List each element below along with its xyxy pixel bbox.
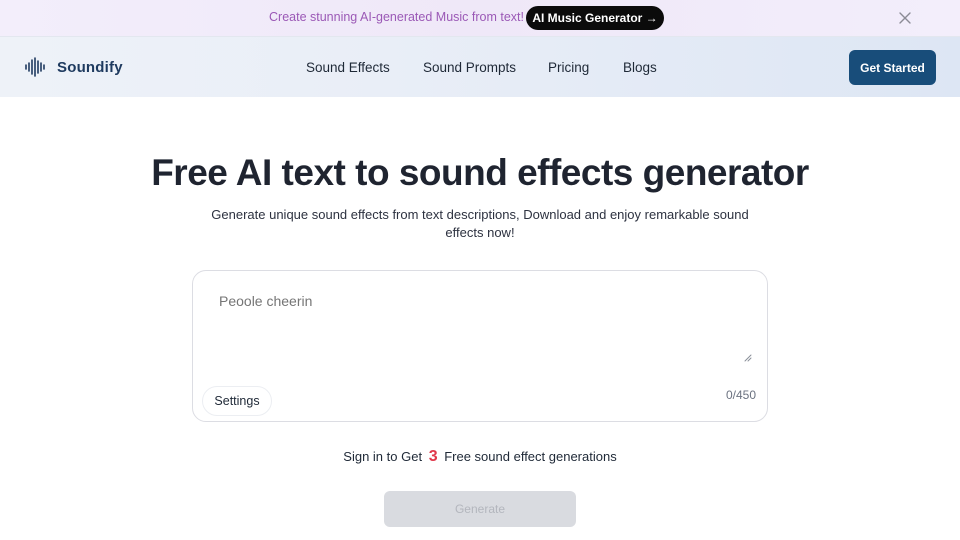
nav-link-blogs[interactable]: Blogs xyxy=(623,60,657,75)
nav-link-pricing[interactable]: Pricing xyxy=(548,60,589,75)
promo-text: Create stunning AI-generated Music from … xyxy=(269,10,524,24)
signin-suffix: Free sound effect generations xyxy=(444,449,617,464)
get-started-button[interactable]: Get Started xyxy=(849,50,936,85)
signin-notice: Sign in to Get 3 Free sound effect gener… xyxy=(0,448,960,466)
top-navigation: Soundify Sound Effects Sound Prompts Pri… xyxy=(0,36,960,97)
logo[interactable]: Soundify xyxy=(24,57,123,77)
signin-prefix: Sign in to Get xyxy=(343,449,423,464)
character-counter: 0/450 xyxy=(726,388,757,402)
nav-link-sound-effects[interactable]: Sound Effects xyxy=(306,60,390,75)
promo-banner: Create stunning AI-generated Music from … xyxy=(0,0,960,36)
generate-button[interactable]: Generate xyxy=(384,491,576,527)
prompt-box: Settings 0/450 xyxy=(192,270,768,422)
brand-name: Soundify xyxy=(57,58,123,76)
page-subtitle: Generate unique sound effects from text … xyxy=(211,207,749,240)
prompt-input[interactable] xyxy=(219,293,753,363)
soundwave-icon xyxy=(25,57,45,77)
settings-button[interactable]: Settings xyxy=(202,386,272,416)
page-title: Free AI text to sound effects generator xyxy=(151,152,809,193)
free-generation-count: 3 xyxy=(428,448,438,465)
ai-music-generator-button[interactable]: AI Music Generator → xyxy=(526,6,664,30)
nav-link-sound-prompts[interactable]: Sound Prompts xyxy=(423,60,516,75)
close-icon[interactable] xyxy=(896,9,914,27)
resize-handle-icon[interactable] xyxy=(744,354,752,362)
